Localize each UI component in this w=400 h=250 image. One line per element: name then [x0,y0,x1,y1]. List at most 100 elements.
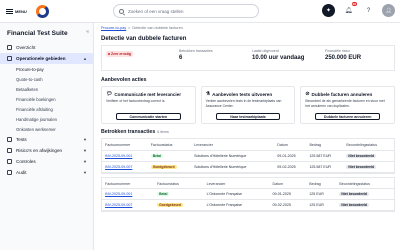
sidebar-item-label: Controles [16,159,36,164]
main-content: Procure-to-pay > Detectie van dubbele fa… [95,23,400,250]
review-status-badge: Niet beoordeeld [339,203,369,207]
vendor-cell: L'Ordonnée Française [203,199,270,211]
transactions-heading: Betrokken transacties [101,129,156,135]
amount-cell: 125.587 EUR [306,150,344,162]
sidebar-subitem-financiele-afsluiting[interactable]: Financiële afsluiting [0,104,93,114]
bell-icon[interactable]: 🔔︎ 99 [342,2,357,17]
brand-logo[interactable] [36,5,49,18]
sidebar-item-operationele-gebieden[interactable]: Operationele gebieden ▲ [0,53,93,64]
sidebar-subitem-procure-to-pay[interactable]: Procure-to-pay [0,64,93,74]
invoice-status-badge: Betal [157,192,170,196]
collapse-sidebar-icon[interactable]: « [86,29,89,35]
card-description: Beoordeel de als gemarkeerde facturen en… [305,99,385,108]
column-header[interactable]: Factuurnummer [102,179,155,189]
summary-label: Betrokken transacties [179,49,213,53]
column-header[interactable]: Datum [269,179,307,189]
column-header[interactable]: Leverancier [191,141,275,151]
invoice-link[interactable]: INV-2025-09-001 [105,192,132,196]
date-cell: 09-01-2025 [269,188,307,200]
summary-last-run: Laatst uitgevoerd 10.00 uur vandaag [248,46,321,70]
help-icon[interactable]: ? [362,4,375,17]
table-row[interactable]: INV-2025-09-007 Goedgekeurd Solutions d'… [102,161,394,173]
cancel-duplicates-button[interactable]: Dubbele facturen annuleren [315,113,381,120]
date-cell: 09-02-2025 [269,199,307,211]
amount-cell: 125.587 EUR [306,161,344,173]
shield-icon [7,159,12,164]
table-header-row: Factuurnummer Factuurstatus Leverancier … [102,179,394,189]
app-title: Financial Test Suite [7,30,68,37]
breadcrumb: Procure-to-pay > Detectie van dubbele fa… [101,26,395,33]
column-header[interactable]: Datum [274,141,307,151]
column-header[interactable]: Factuurnummer [102,141,148,151]
card-title: Communicatie met leverancier [114,91,181,97]
vendor-cell: L'Ordonnée Française [203,188,270,200]
table-row[interactable]: INV-2025-09-007 Goedgekeurd L'Ordonnée F… [102,199,394,211]
breadcrumb-link[interactable]: Procure-to-pay [101,26,126,33]
assistant-icon[interactable]: ✦ [322,4,335,17]
invoice-link[interactable]: INV-2025-09-001 [105,154,132,158]
chevron-down-icon: ▼ [83,137,87,142]
grid-icon [7,45,12,50]
search-input[interactable]: Zoeken of een vraag stellen [113,4,259,18]
sidebar-subitem-quote-to-cash[interactable]: Quote-to-cash [0,74,93,84]
layers-icon [7,56,12,61]
amount-cell: 125 EUR [306,199,337,211]
warning-icon [7,148,12,153]
column-header[interactable]: Factuurstatus [154,179,204,189]
cancel-icon: ⊘ [305,91,310,97]
column-header[interactable]: Leverancier [203,179,270,189]
test-marketplace-button[interactable]: Naar testmarktplaats [215,113,281,120]
severity-label: Zeer ernstig [111,52,132,56]
summary-transactions: Betrokken transacties 6 [175,46,248,70]
avatar[interactable]: 👤︎ [382,4,395,17]
date-cell: 09-02-2025 [274,161,307,173]
sidebar: Financial Test Suite « Overzicht Operati… [0,23,94,250]
severity-cell: Zeer ernstig [102,46,175,70]
top-bar: MENU Zoeken of een vraag stellen ✦ 🔔︎ 99 … [0,0,400,23]
column-header[interactable]: Factuurstatus [147,141,192,151]
menu-label: MENU [15,8,27,14]
severity-badge: Zeer ernstig [106,51,134,57]
date-cell: 09-01-2025 [274,150,307,162]
summary-label: Laatst uitgevoerd [252,49,279,53]
sidebar-subitem-betaalketen[interactable]: Betaalketen [0,84,93,94]
table-row[interactable]: INV-2025-09-001 Betal Solutions d'Hôtell… [102,150,394,162]
sidebar-item-audit[interactable]: Audit ▼ [0,167,93,178]
column-header[interactable]: Bedrag [306,179,337,189]
invoice-status-badge: Goedgekeurd [157,203,183,207]
column-header[interactable]: Beoordelingsstatus [336,179,394,189]
summary-value: 6 [179,55,183,61]
vendor-cell: Solutions d'Hôtellerie Numérique [191,161,275,173]
column-header[interactable]: Bedrag [306,141,344,151]
chevron-up-icon: ▲ [83,56,87,61]
table-row[interactable]: INV-2025-09-001 Betal L'Ordonnée Françai… [102,188,394,200]
invoice-link[interactable]: INV-2025-09-007 [105,165,132,169]
sidebar-item-risicos[interactable]: Risico's en afwijkingen ▼ [0,145,93,156]
card-description: Verken aanbevolen tests in de testmarktp… [205,99,282,108]
chevron-down-icon: ▼ [83,170,87,175]
transactions-table-group-1: Factuurnummer Factuurstatus Leverancier … [101,138,395,174]
sidebar-subitem-onkosten-werknemer[interactable]: Onkosten werknemer [0,124,93,134]
summary-panel: Zeer ernstig Betrokken transacties 6 Laa… [101,45,395,71]
breadcrumb-separator: > [128,26,131,30]
menu-button[interactable]: MENU [6,8,27,14]
audit-icon [7,170,12,175]
sidebar-item-label: Overzicht [16,45,36,50]
chat-icon: 💬︎ [106,91,113,97]
sidebar-subitem-financiele-boekingen[interactable]: Financiële boekingen [0,94,93,104]
start-communication-button[interactable]: Communicatie starten [116,113,181,120]
action-card-annuleren: ⊘ Dubbele facturen annuleren Beoordeel de… [300,86,396,124]
amount-cell: 125 EUR [306,188,337,200]
sidebar-item-controles[interactable]: Controles ▼ [0,156,93,167]
sidebar-item-label: Operationele gebieden [16,56,66,61]
card-description: Verifieer of het factuurbedrag correct i… [106,99,166,103]
sidebar-item-overzicht[interactable]: Overzicht [0,42,93,53]
clipboard-icon [7,137,12,142]
sidebar-item-tests[interactable]: Tests ▼ [0,134,93,145]
transactions-title: Betrokken transacties 6 items [101,129,395,135]
search-placeholder: Zoeken of een vraag stellen [128,8,184,14]
column-header[interactable]: Beoordelingsstatus [343,141,394,151]
hamburger-icon [6,8,13,14]
invoice-link[interactable]: INV-2025-09-007 [105,203,132,207]
sidebar-subitem-handmatige-journalen[interactable]: Handmatige journalen [0,114,93,124]
